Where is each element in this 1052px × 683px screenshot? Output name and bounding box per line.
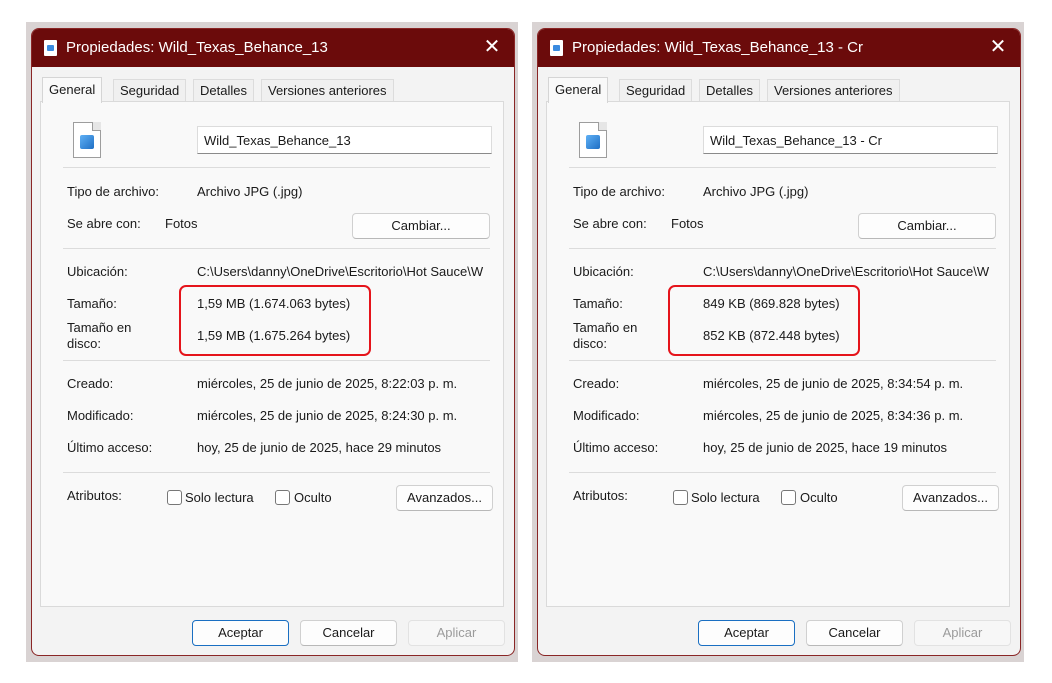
opens-with-value: Fotos	[165, 216, 198, 231]
attributes-label: Atributos:	[67, 488, 122, 503]
advanced-button[interactable]: Avanzados...	[902, 485, 999, 511]
tab-detalles[interactable]: Detalles	[699, 79, 760, 101]
accessed-label: Último acceso:	[67, 440, 153, 455]
file-type-label: Tipo de archivo:	[573, 184, 666, 199]
general-panel: Tipo de archivo: Archivo JPG (.jpg) Se a…	[546, 101, 1010, 607]
close-icon[interactable]: ✕	[482, 37, 502, 57]
tab-general[interactable]: General	[42, 77, 103, 103]
properties-dialog-cropped: Propiedades: Wild_Texas_Behance_13 - Cr …	[537, 28, 1021, 656]
accessed-value: hoy, 25 de junio de 2025, hace 29 minuto…	[197, 440, 442, 455]
tab-detalles[interactable]: Detalles	[193, 79, 254, 101]
attributes-label: Atributos:	[573, 488, 628, 503]
apply-button: Aplicar	[408, 620, 505, 646]
hidden-checkbox[interactable]	[275, 490, 290, 505]
dialog-footer: Aceptar Cancelar Aplicar	[32, 609, 514, 655]
read-only-checkbox[interactable]	[167, 490, 182, 505]
cancel-button[interactable]: Cancelar	[806, 620, 903, 646]
location-value: C:\Users\danny\OneDrive\Escritorio\Hot S…	[197, 264, 484, 279]
advanced-button[interactable]: Avanzados...	[396, 485, 493, 511]
separator	[569, 167, 996, 168]
close-icon[interactable]: ✕	[988, 37, 1008, 57]
size-label: Tamaño:	[573, 296, 623, 311]
modified-value: miércoles, 25 de junio de 2025, 8:24:30 …	[197, 408, 458, 423]
size-on-disk-label-line1: Tamaño en	[67, 320, 132, 335]
size-highlight-box	[668, 285, 860, 356]
size-on-disk-label-line1: Tamaño en	[573, 320, 638, 335]
modified-label: Modificado:	[573, 408, 640, 423]
hidden-label[interactable]: Oculto	[294, 490, 332, 506]
dialog-footer: Aceptar Cancelar Aplicar	[538, 609, 1020, 655]
location-value: C:\Users\danny\OneDrive\Escritorio\Hot S…	[703, 264, 990, 279]
separator	[569, 248, 996, 249]
ok-button[interactable]: Aceptar	[192, 620, 289, 646]
change-button[interactable]: Cambiar...	[352, 213, 490, 239]
separator	[63, 167, 490, 168]
window-title: Propiedades: Wild_Texas_Behance_13	[66, 39, 328, 56]
properties-dialog-original: Propiedades: Wild_Texas_Behance_13 ✕ Gen…	[31, 28, 515, 656]
image-file-icon	[44, 40, 57, 56]
jpg-file-icon	[579, 122, 607, 158]
modified-label: Modificado:	[67, 408, 134, 423]
accessed-value: hoy, 25 de junio de 2025, hace 19 minuto…	[703, 440, 948, 455]
image-file-icon	[550, 40, 563, 56]
file-type-label: Tipo de archivo:	[67, 184, 160, 199]
tab-seguridad[interactable]: Seguridad	[619, 79, 693, 101]
file-name-input[interactable]	[703, 126, 998, 154]
tab-versiones-anteriores[interactable]: Versiones anteriores	[767, 79, 900, 101]
opens-with-label: Se abre con:	[573, 216, 647, 231]
created-value: miércoles, 25 de junio de 2025, 8:22:03 …	[197, 376, 458, 391]
created-label: Creado:	[67, 376, 114, 391]
opens-with-label: Se abre con:	[67, 216, 141, 231]
read-only-checkbox[interactable]	[673, 490, 688, 505]
hidden-label[interactable]: Oculto	[800, 490, 838, 506]
read-only-label[interactable]: Solo lectura	[691, 490, 760, 506]
location-label: Ubicación:	[67, 264, 128, 279]
separator	[63, 248, 490, 249]
title-bar: Propiedades: Wild_Texas_Behance_13 - Cr …	[538, 29, 1020, 67]
separator	[569, 472, 996, 473]
cancel-button[interactable]: Cancelar	[300, 620, 397, 646]
title-bar: Propiedades: Wild_Texas_Behance_13 ✕	[32, 29, 514, 67]
tab-seguridad[interactable]: Seguridad	[113, 79, 187, 101]
modified-value: miércoles, 25 de junio de 2025, 8:34:36 …	[703, 408, 964, 423]
created-label: Creado:	[573, 376, 620, 391]
jpg-file-icon	[73, 122, 101, 158]
size-highlight-box	[179, 285, 371, 356]
opens-with-value: Fotos	[671, 216, 704, 231]
general-panel: Tipo de archivo: Archivo JPG (.jpg) Se a…	[40, 101, 504, 607]
window-title: Propiedades: Wild_Texas_Behance_13 - Cr	[572, 39, 863, 56]
ok-button[interactable]: Aceptar	[698, 620, 795, 646]
size-on-disk-label-line2: disco:	[67, 336, 101, 351]
separator	[569, 360, 996, 361]
file-type-value: Archivo JPG (.jpg)	[197, 184, 303, 199]
separator	[63, 360, 490, 361]
hidden-checkbox[interactable]	[781, 490, 796, 505]
size-label: Tamaño:	[67, 296, 117, 311]
file-type-value: Archivo JPG (.jpg)	[703, 184, 809, 199]
tab-versiones-anteriores[interactable]: Versiones anteriores	[261, 79, 394, 101]
apply-button: Aplicar	[914, 620, 1011, 646]
tab-general[interactable]: General	[548, 77, 609, 103]
size-on-disk-label-line2: disco:	[573, 336, 607, 351]
location-label: Ubicación:	[573, 264, 634, 279]
read-only-label[interactable]: Solo lectura	[185, 490, 254, 506]
accessed-label: Último acceso:	[573, 440, 659, 455]
separator	[63, 472, 490, 473]
change-button[interactable]: Cambiar...	[858, 213, 996, 239]
file-name-input[interactable]	[197, 126, 492, 154]
created-value: miércoles, 25 de junio de 2025, 8:34:54 …	[703, 376, 964, 391]
